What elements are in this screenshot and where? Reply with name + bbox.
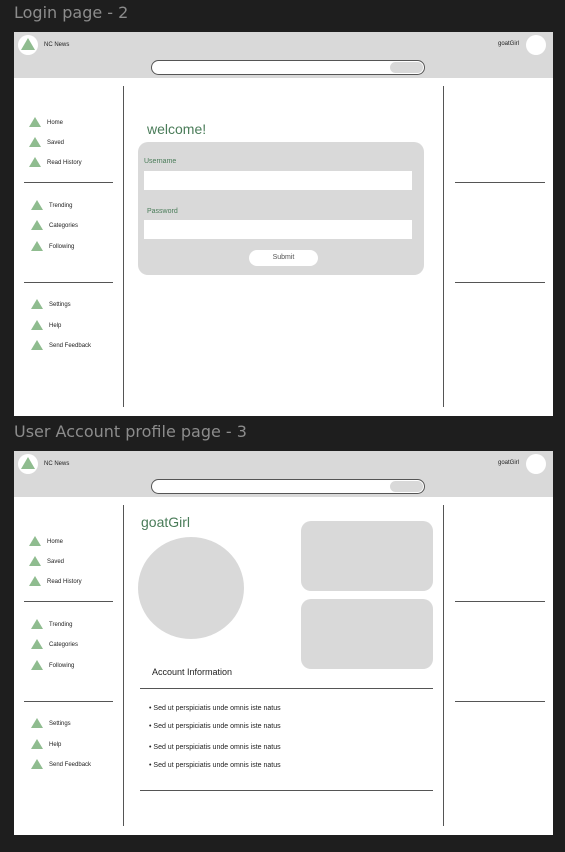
account-divider-bottom <box>140 790 433 791</box>
triangle-icon <box>31 320 43 330</box>
sidebar-item-label: Home <box>47 539 64 545</box>
right-rail-divider <box>443 505 444 826</box>
account-information-title: Account Information <box>152 667 233 677</box>
triangle-icon <box>31 759 43 769</box>
triangle-icon <box>29 536 41 546</box>
triangle-icon <box>31 619 43 629</box>
list-item-text: Sed ut perspiciatis unde omnis iste natu… <box>153 744 281 751</box>
page-title: welcome! <box>147 121 207 137</box>
sidebar-item-label: Send Feedback <box>49 343 92 349</box>
triangle-icon <box>29 157 41 167</box>
list-item: • Sed ut perspiciatis unde omnis iste na… <box>149 762 281 769</box>
triangle-logo-icon[interactable] <box>18 454 38 474</box>
username-label: Username <box>144 158 177 165</box>
avatar[interactable] <box>526 35 546 55</box>
sidebar-separator <box>24 282 113 283</box>
triangle-icon <box>31 739 43 749</box>
sidebar-item-label: Categories <box>49 642 79 648</box>
sidebar-item-label: Settings <box>49 302 71 308</box>
username-field[interactable] <box>144 171 412 190</box>
sidebar-separator <box>24 701 113 702</box>
sidebar-item-label: Trending <box>49 622 73 628</box>
triangle-icon <box>29 556 41 566</box>
brand-name[interactable]: NC News <box>44 461 69 467</box>
list-item-text: Sed ut perspiciatis unde omnis iste natu… <box>153 723 281 730</box>
brand-name[interactable]: NC News <box>44 42 69 48</box>
list-item-text: Sed ut perspiciatis unde omnis iste natu… <box>153 762 281 769</box>
right-rail-separator <box>455 282 545 283</box>
sidebar-item-label: Help <box>49 742 62 748</box>
submit-button[interactable]: Submit <box>249 250 318 266</box>
triangle-icon <box>31 241 43 251</box>
sidebar-item-label: Following <box>49 663 75 669</box>
password-label: Password <box>147 208 178 215</box>
profile-username: goatGirl <box>141 514 191 530</box>
triangle-icon <box>29 137 41 147</box>
triangle-icon <box>31 200 43 210</box>
password-field[interactable] <box>144 220 412 239</box>
sidebar-item-label: Home <box>47 120 64 126</box>
top-bar: NC News goatGirl <box>14 32 553 78</box>
sidebar-divider <box>123 505 124 826</box>
triangle-icon <box>31 660 43 670</box>
profile-avatar[interactable] <box>138 537 244 639</box>
account-divider-top <box>140 688 433 689</box>
avatar[interactable] <box>526 454 546 474</box>
top-bar: NC News goatGirl <box>14 451 553 497</box>
header-username[interactable]: goatGirl <box>498 460 519 466</box>
sidebar-separator <box>24 601 113 602</box>
sidebar-item-label: Following <box>49 244 75 250</box>
sidebar-item-label: Trending <box>49 203 73 209</box>
search-button[interactable] <box>390 62 423 73</box>
sidebar-item-label: Read History <box>47 160 82 166</box>
profile-page-frame: NC News goatGirl Home Saved Read History… <box>14 451 553 835</box>
right-rail-separator <box>455 701 545 702</box>
triangle-icon <box>31 220 43 230</box>
search-button[interactable] <box>390 481 423 492</box>
sidebar-item-label: Help <box>49 323 62 329</box>
list-item: • Sed ut perspiciatis unde omnis iste na… <box>149 744 281 751</box>
frame-title-login: Login page - 2 <box>14 3 129 22</box>
profile-card-bottom <box>301 599 433 669</box>
triangle-icon <box>31 718 43 728</box>
triangle-icon <box>31 299 43 309</box>
login-page-frame: NC News goatGirl Home Saved Read History… <box>14 32 553 416</box>
right-rail-separator <box>455 182 545 183</box>
triangle-icon <box>31 639 43 649</box>
sidebar-item-label: Settings <box>49 721 71 727</box>
sidebar-divider <box>123 86 124 407</box>
sidebar-item-label: Read History <box>47 579 82 585</box>
list-item: • Sed ut perspiciatis unde omnis iste na… <box>149 705 281 712</box>
frame-title-profile: User Account profile page - 3 <box>14 422 247 441</box>
profile-card-top <box>301 521 433 591</box>
triangle-logo-icon[interactable] <box>18 35 38 55</box>
triangle-icon <box>29 117 41 127</box>
sidebar-item-label: Saved <box>47 559 65 565</box>
search-input[interactable] <box>151 479 425 494</box>
search-input[interactable] <box>151 60 425 75</box>
sidebar-item-label: Send Feedback <box>49 762 92 768</box>
header-username[interactable]: goatGirl <box>498 41 519 47</box>
list-item-text: Sed ut perspiciatis unde omnis iste natu… <box>153 705 281 712</box>
right-rail-divider <box>443 86 444 407</box>
triangle-icon <box>31 340 43 350</box>
sidebar-separator <box>24 182 113 183</box>
triangle-icon <box>29 576 41 586</box>
sidebar-item-label: Categories <box>49 223 79 229</box>
sidebar-item-label: Saved <box>47 140 65 146</box>
right-rail-separator <box>455 601 545 602</box>
list-item: • Sed ut perspiciatis unde omnis iste na… <box>149 723 281 730</box>
